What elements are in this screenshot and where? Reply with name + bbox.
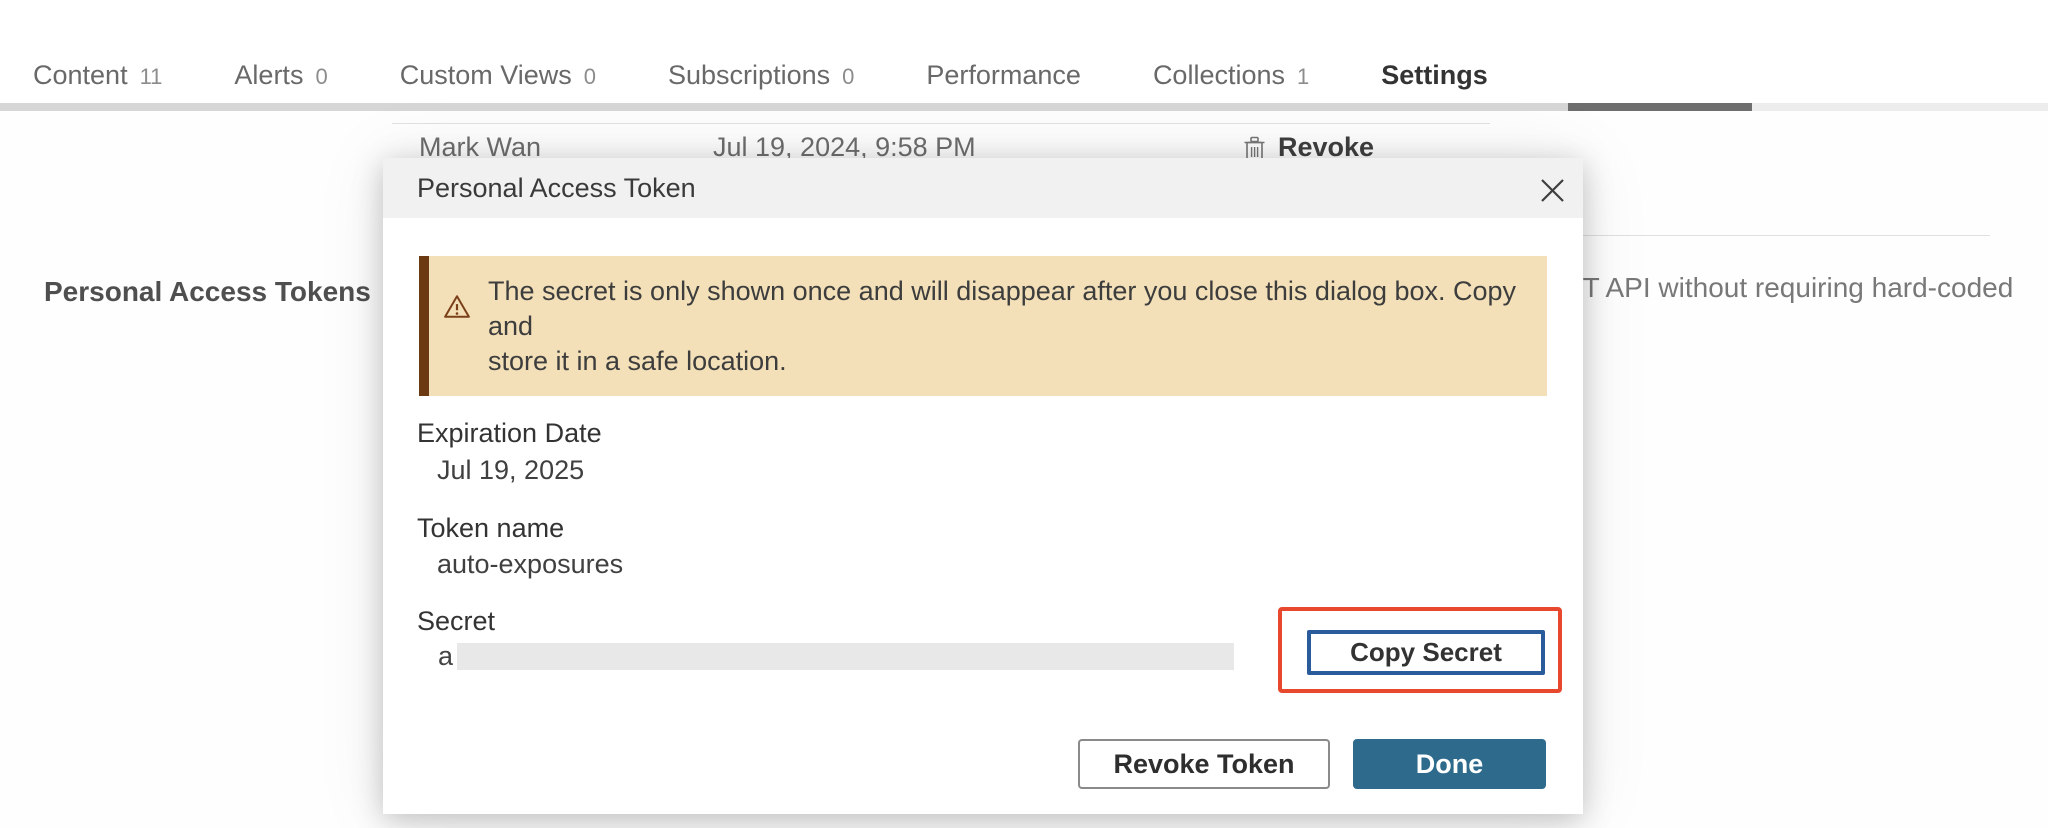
secret-value-prefix: a — [438, 641, 453, 672]
tab-collections-count: 1 — [1297, 64, 1309, 90]
token-name-label: Token name — [417, 513, 564, 544]
secret-label: Secret — [417, 606, 495, 637]
tab-subscriptions-label: Subscriptions — [668, 60, 830, 91]
active-tab-underline — [1568, 103, 1752, 111]
tabbar-underline-right — [1752, 103, 2048, 111]
tab-alerts-count: 0 — [315, 64, 327, 90]
token-table-row-border — [392, 123, 1490, 124]
tab-content-count: 11 — [140, 64, 163, 90]
tab-content-label: Content — [33, 60, 128, 91]
tab-subscriptions[interactable]: Subscriptions 0 — [668, 60, 854, 91]
tab-custom-views[interactable]: Custom Views 0 — [400, 60, 596, 91]
tab-content[interactable]: Content 11 — [33, 60, 162, 91]
tab-performance-label: Performance — [926, 60, 1081, 91]
close-icon[interactable] — [1538, 176, 1566, 204]
tab-collections[interactable]: Collections 1 — [1153, 60, 1309, 91]
tab-subscriptions-count: 0 — [842, 64, 854, 90]
token-name-value: auto-exposures — [437, 549, 623, 580]
tab-custom-views-label: Custom Views — [400, 60, 572, 91]
tab-alerts-label: Alerts — [234, 60, 303, 91]
warning-message: The secret is only shown once and will d… — [488, 274, 1521, 379]
settings-page: Content 11 Alerts 0 Custom Views 0 Subsc… — [0, 0, 2048, 828]
warning-banner: The secret is only shown once and will d… — [419, 256, 1547, 396]
warning-triangle-icon — [443, 293, 471, 326]
tab-custom-views-count: 0 — [584, 64, 596, 90]
section-label: Personal Access Tokens — [44, 276, 371, 308]
tab-collections-label: Collections — [1153, 60, 1285, 91]
tab-settings[interactable]: Settings — [1381, 60, 1488, 91]
section-description-fragment: ST API without requiring hard-coded — [1564, 272, 2013, 304]
done-button[interactable]: Done — [1353, 739, 1546, 789]
personal-access-token-dialog: Personal Access Token The secret is only… — [383, 158, 1583, 814]
tab-settings-label: Settings — [1381, 60, 1488, 91]
tab-performance[interactable]: Performance — [926, 60, 1081, 91]
expiration-date-value: Jul 19, 2025 — [437, 455, 584, 486]
dialog-header: Personal Access Token — [383, 158, 1583, 218]
tabbar-underline — [0, 103, 1570, 111]
tab-alerts[interactable]: Alerts 0 — [234, 60, 327, 91]
copy-secret-button[interactable]: Copy Secret — [1307, 630, 1545, 675]
top-tab-bar: Content 11 Alerts 0 Custom Views 0 Subsc… — [0, 0, 2048, 103]
secret-redacted-bar — [457, 643, 1234, 670]
dialog-title: Personal Access Token — [417, 173, 696, 204]
revoke-token-button[interactable]: Revoke Token — [1078, 739, 1330, 789]
expiration-date-label: Expiration Date — [417, 418, 602, 449]
